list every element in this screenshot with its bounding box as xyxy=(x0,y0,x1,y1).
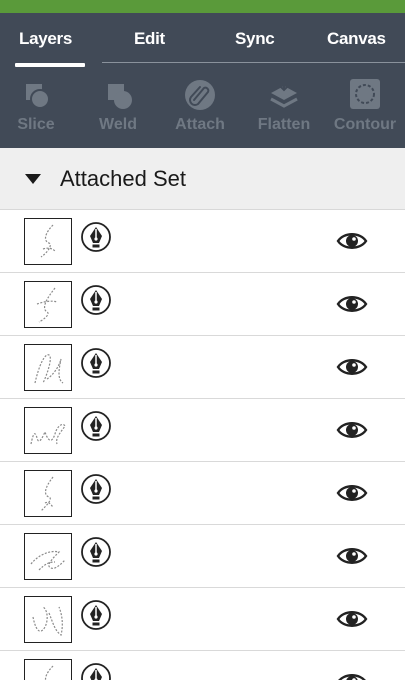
tab-edit[interactable]: Edit xyxy=(134,29,165,49)
tab-sync[interactable]: Sync xyxy=(235,29,275,49)
eye-icon[interactable] xyxy=(336,229,368,253)
scribble-shape xyxy=(32,606,63,636)
handwritten-letter-thumbnail[interactable] xyxy=(24,533,72,580)
pen-tool-icon[interactable] xyxy=(80,473,112,505)
layer-row[interactable] xyxy=(0,273,405,336)
pen-tool-icon[interactable] xyxy=(80,347,112,379)
flatten-label: Flatten xyxy=(257,116,311,133)
caret-down-icon[interactable] xyxy=(25,174,41,184)
slice-label: Slice xyxy=(17,116,55,133)
eye-icon[interactable] xyxy=(336,481,368,505)
eye-icon[interactable] xyxy=(336,607,368,631)
pen-tool-icon[interactable] xyxy=(80,599,112,631)
active-tab-indicator xyxy=(15,63,85,67)
set-title: Attached Set xyxy=(60,166,186,191)
eye-icon[interactable] xyxy=(336,292,368,316)
tab-canvas[interactable]: Canvas xyxy=(327,29,386,49)
weld-button[interactable]: Weld xyxy=(78,75,158,145)
pen-tool-icon[interactable] xyxy=(80,536,112,568)
attached-set-header[interactable]: Attached Set xyxy=(0,148,405,210)
handwritten-letter-thumbnail[interactable] xyxy=(24,659,72,680)
handwritten-letter-thumbnail[interactable] xyxy=(24,344,72,391)
eye-icon[interactable] xyxy=(336,355,368,379)
slice-icon xyxy=(26,84,50,109)
scribble-shape xyxy=(36,287,58,323)
scribble-shape xyxy=(34,354,64,384)
layer-row[interactable] xyxy=(0,651,405,680)
flatten-button[interactable]: Flatten xyxy=(244,75,324,145)
handwritten-letter-thumbnail[interactable] xyxy=(24,407,72,454)
eye-icon[interactable] xyxy=(336,418,368,442)
weld-icon xyxy=(108,84,132,109)
pen-tool-icon[interactable] xyxy=(80,662,112,680)
handwritten-letter-thumbnail[interactable] xyxy=(24,218,72,265)
handwritten-letter-thumbnail[interactable] xyxy=(24,470,72,517)
attach-icon xyxy=(185,80,215,110)
accent-strip xyxy=(0,0,405,13)
layer-list xyxy=(0,210,405,680)
pen-tool-icon[interactable] xyxy=(80,410,112,442)
tab-bar: Layers Edit Sync Canvas xyxy=(0,13,405,67)
layer-row[interactable] xyxy=(0,336,405,399)
contour-label: Contour xyxy=(333,116,397,133)
tab-layers[interactable]: Layers xyxy=(19,29,72,49)
eye-icon[interactable] xyxy=(336,670,368,680)
scribble-shape xyxy=(40,476,54,512)
layer-row[interactable] xyxy=(0,210,405,273)
layer-row[interactable] xyxy=(0,588,405,651)
contour-button[interactable]: Contour xyxy=(325,75,405,145)
scribble-shape xyxy=(30,423,66,445)
slice-button[interactable]: Slice xyxy=(0,75,76,145)
layer-row[interactable] xyxy=(0,525,405,588)
scribble-shape xyxy=(30,550,66,571)
pen-tool-icon[interactable] xyxy=(80,221,112,253)
flatten-icon xyxy=(270,80,298,108)
tool-bar: Slice Weld Attach Flatten Contour xyxy=(0,75,405,145)
eye-icon[interactable] xyxy=(336,544,368,568)
handwritten-letter-thumbnail[interactable] xyxy=(24,596,72,643)
attach-button[interactable]: Attach xyxy=(160,75,240,145)
layer-row[interactable] xyxy=(0,399,405,462)
handwritten-letter-thumbnail[interactable] xyxy=(24,281,72,328)
scribble-shape xyxy=(40,224,56,258)
attach-label: Attach xyxy=(175,116,225,133)
layer-row[interactable] xyxy=(0,462,405,525)
pen-tool-icon[interactable] xyxy=(80,284,112,316)
weld-label: Weld xyxy=(99,116,137,133)
scribble-shape xyxy=(44,665,54,680)
contour-icon xyxy=(350,79,380,109)
